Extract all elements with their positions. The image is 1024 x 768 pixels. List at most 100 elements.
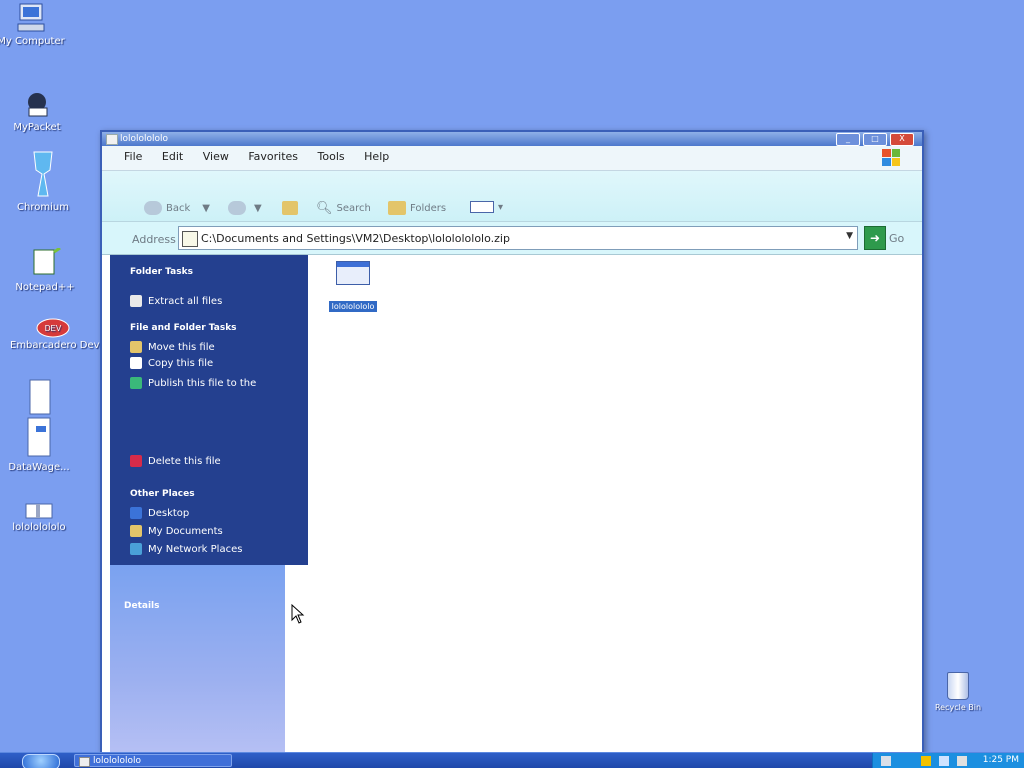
desktop-icon-dev-cpp[interactable]: DEV Embarcadero Dev C++ [10,318,127,351]
chevron-down-icon[interactable]: ▼ [254,203,262,214]
chevron-down-icon: ▾ [498,201,504,213]
desktop-icon-mypacket[interactable]: MyPacket [0,88,80,133]
task-pane: Folder Tasks Extract all files File and … [110,255,308,565]
system-tray: 1:25 PM [872,753,1024,768]
up-folder-button[interactable] [282,201,298,215]
task-label: Publish this file to the [148,377,257,389]
place-label: My Network Places [148,543,243,555]
volume-icon[interactable] [957,756,967,766]
maximize-button[interactable]: □ [863,133,887,146]
search-label: Search [336,203,371,214]
views-button[interactable]: ▾ [470,201,503,213]
clock[interactable]: 1:25 PM [983,755,1019,765]
network-app-icon [20,88,54,120]
folders-icon [388,201,406,215]
tray-app-icon[interactable] [881,756,891,766]
up-folder-icon [282,201,298,215]
title-bar[interactable]: lolololololo _ □ X [102,132,922,146]
warning-icon[interactable] [921,756,931,766]
forward-button[interactable]: ▼ [228,201,262,215]
place-my-network-places[interactable]: My Network Places [130,543,242,555]
address-input[interactable]: C:\Documents and Settings\VM2\Desktop\lo… [178,226,858,250]
place-my-documents[interactable]: My Documents [130,525,223,537]
task-publish-file[interactable]: Publish this file to the [130,377,256,389]
desktop-icon [130,507,142,519]
minimize-button[interactable]: _ [836,133,860,146]
task-copy-file[interactable]: Copy this file [130,357,213,369]
menu-tools[interactable]: Tools [310,146,353,163]
application-file-icon [336,261,370,285]
start-button[interactable] [22,754,60,768]
folders-button[interactable]: Folders [388,201,446,215]
computer-icon [14,2,48,34]
go-label: Go [889,231,905,245]
task-extract-all[interactable]: Extract all files [130,295,222,307]
go-arrow-icon: ➜ [864,226,886,250]
desktop-icon-datawage[interactable]: DataWage... [0,378,82,473]
document-icon [22,378,56,460]
desktop-icon-label: DataWage... [8,462,70,473]
network-icon[interactable] [939,756,949,766]
back-button[interactable]: Back ▼ [144,201,210,215]
zip-folder-icon [79,757,90,767]
desktop-icon-notepad-plus-plus[interactable]: Notepad++ [2,246,88,293]
other-places-header[interactable]: Other Places [130,489,195,499]
desktop-icon-zip-file[interactable]: lolololololo [0,500,82,533]
window-title: lolololololo [120,134,169,144]
menu-help[interactable]: Help [356,146,397,163]
extract-icon [130,295,142,307]
task-delete-file[interactable]: Delete this file [130,455,221,467]
desktop-icon-label: Embarcadero Dev C++ [10,340,127,351]
devcpp-icon: DEV [36,318,70,338]
file-name: lolololololo [328,301,378,312]
taskbar: lolololololo 1:25 PM [0,752,1024,768]
folder-tasks-header[interactable]: Folder Tasks [130,267,193,277]
chromium-icon [26,150,60,200]
desktop-icon-label: lolololololo [12,522,66,533]
task-label: Extract all files [148,295,223,307]
file-list-view[interactable]: lolololololo [308,255,922,752]
address-label: Address [132,233,176,246]
desktop-icon-recycle-bin[interactable]: Recycle Bin [926,672,990,712]
details-header[interactable]: Details [124,601,159,611]
move-icon [130,341,142,353]
desktop-icon-chromium[interactable]: Chromium [0,150,86,213]
notepad-icon [28,246,62,280]
toolbar: Back ▼ ▼ 🔍︎ Search Folders ▾ [102,171,922,222]
chevron-down-icon[interactable]: ▼ [202,203,210,214]
folders-label: Folders [410,202,447,214]
menu-favorites[interactable]: Favorites [240,146,306,163]
desktop-icon-label: Chromium [17,202,69,213]
delete-x-icon [130,455,142,467]
explorer-window[interactable]: lolololololo _ □ X File Edit View Favori… [100,130,924,754]
file-item[interactable]: lolololololo [318,261,388,312]
recycle-bin-icon [947,672,969,700]
windows-logo-icon [882,149,900,166]
desktop-icon-my-computer[interactable]: My Computer [0,2,74,47]
desktop-icon-label: My Computer [0,36,65,47]
zip-folder-icon [22,500,56,520]
search-icon: 🔍︎ [316,201,333,216]
forward-arrow-icon [228,201,246,215]
back-label: Back [166,202,191,214]
zip-folder-icon [106,134,118,145]
my-documents-icon [130,525,142,537]
place-desktop[interactable]: Desktop [130,507,189,519]
address-bar: Address C:\Documents and Settings\VM2\De… [102,222,922,255]
back-arrow-icon [144,201,162,215]
go-button[interactable]: ➜ Go [864,226,904,250]
menu-file[interactable]: File [116,146,150,163]
desktop-icon-label: Notepad++ [15,282,75,293]
task-move-file[interactable]: Move this file [130,341,215,353]
details-pane: Details [110,565,285,752]
menu-edit[interactable]: Edit [154,146,191,163]
desktop-icon-label: MyPacket [13,122,61,133]
file-tasks-header[interactable]: File and Folder Tasks [130,323,237,333]
chevron-down-icon[interactable]: ▼ [846,231,853,241]
task-label: Delete this file [148,455,221,467]
taskbar-window-button[interactable]: lolololololo [74,754,232,767]
menu-bar: File Edit View Favorites Tools Help [102,146,922,171]
search-button[interactable]: 🔍︎ Search [316,201,371,216]
close-button[interactable]: X [890,133,914,146]
menu-view[interactable]: View [195,146,237,163]
